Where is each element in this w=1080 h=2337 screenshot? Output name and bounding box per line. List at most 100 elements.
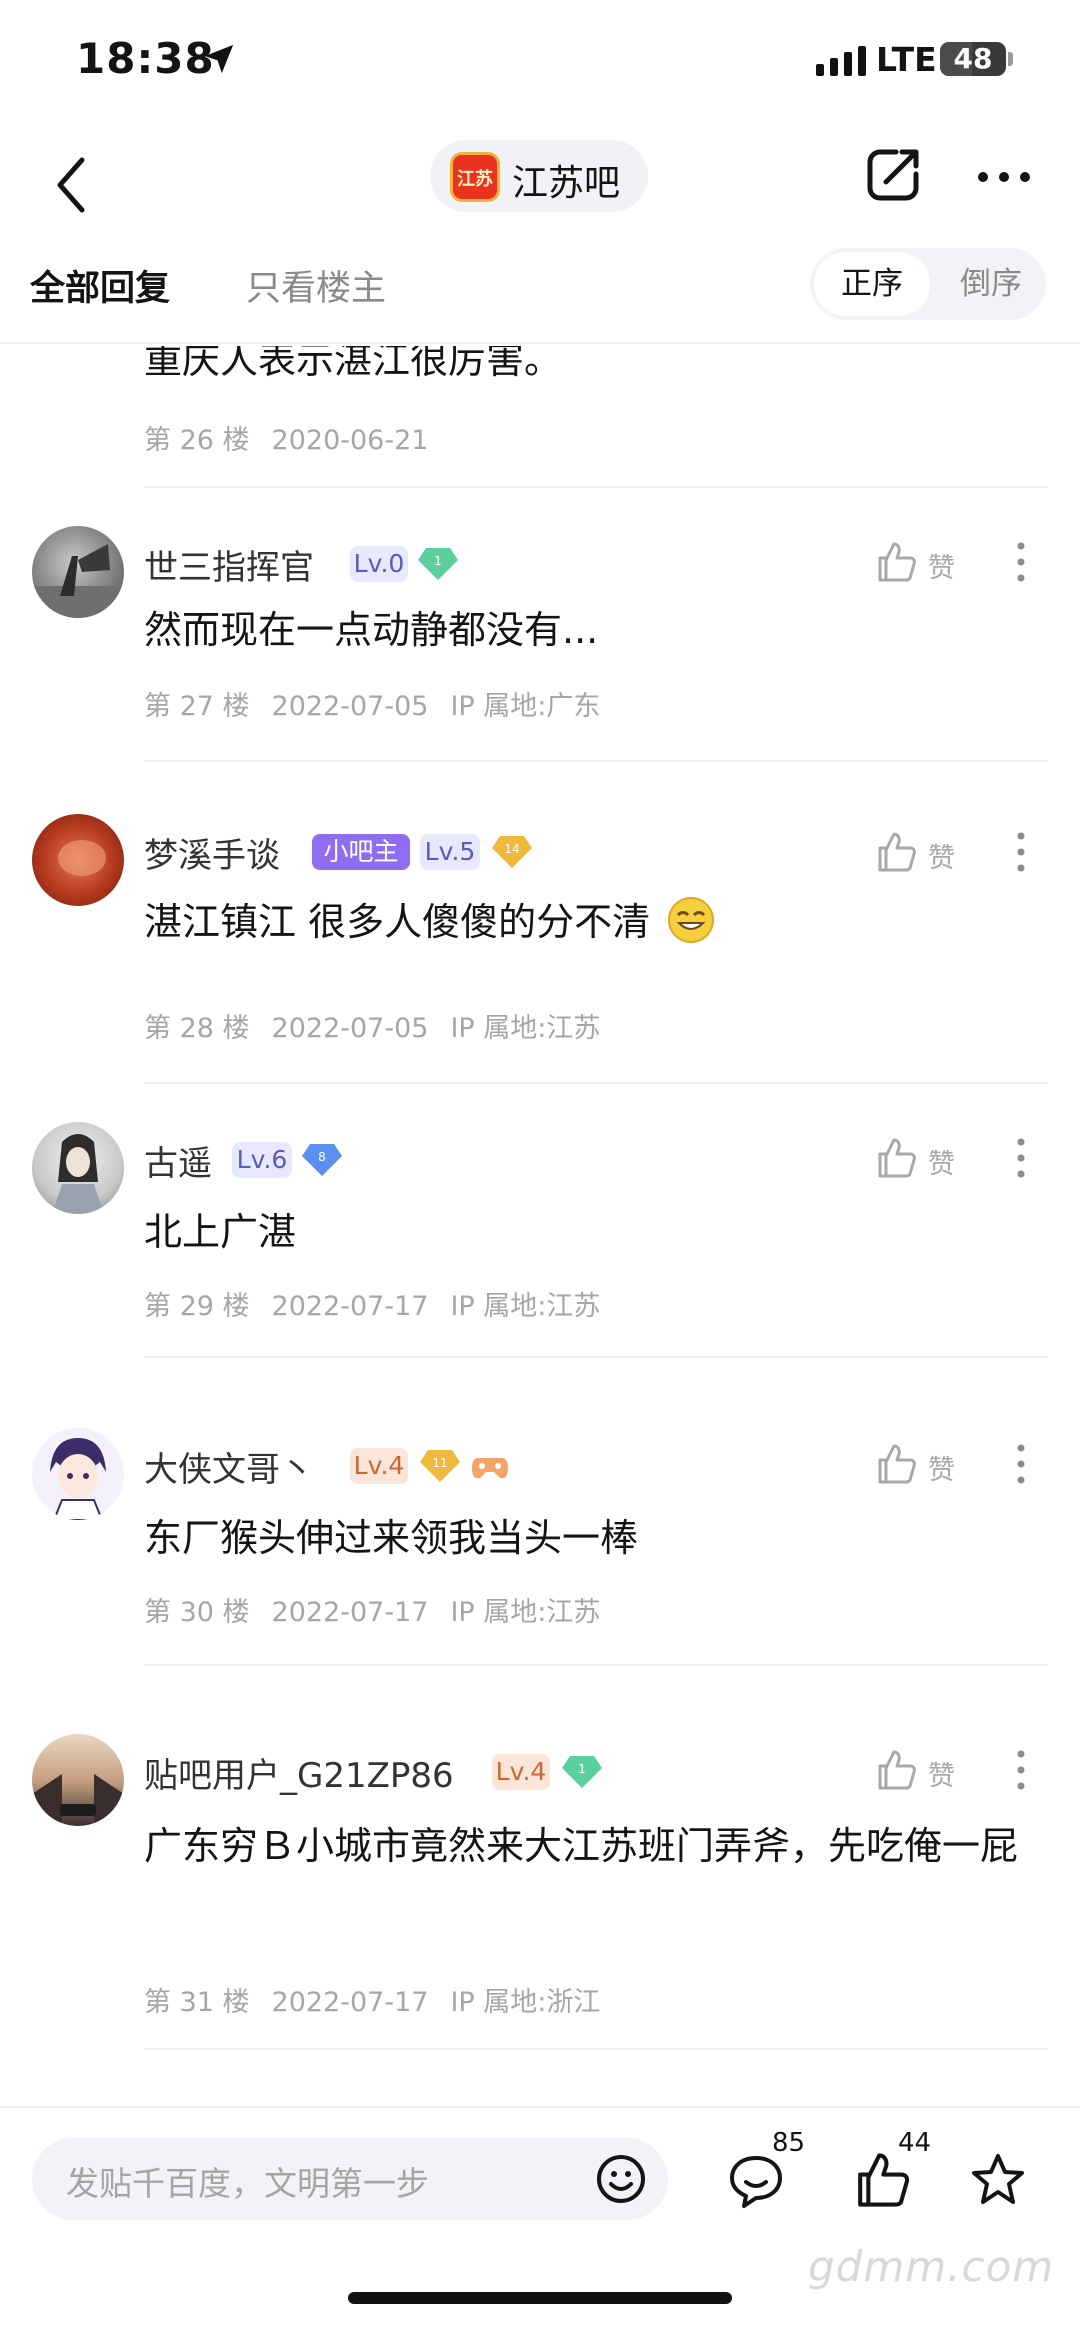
order-desc-button[interactable]: 倒序 — [940, 252, 1042, 316]
like-post-button[interactable]: 44 — [852, 2128, 942, 2220]
status-bar: 18:38 LTE 48 — [0, 0, 1080, 120]
home-indicator[interactable] — [348, 2292, 732, 2304]
avatar-image — [50, 1438, 106, 1520]
username[interactable]: 古遥 — [144, 1136, 212, 1185]
floor-number: 第 29 楼 — [144, 1291, 250, 1322]
reply-meta: 第 28 楼 2022-07-05 IP 属地:江苏 — [144, 1006, 622, 1045]
favorite-button[interactable] — [968, 2138, 1058, 2220]
ip-location: IP 属地:广东 — [450, 691, 601, 722]
reply-date: 2022-07-17 — [271, 1291, 429, 1322]
thumbs-up-icon — [878, 1138, 916, 1178]
reply-meta: 第 27 楼 2022-07-05 IP 属地:广东 — [144, 684, 622, 723]
smiling-face-emoji-icon — [668, 897, 715, 943]
more-options-icon[interactable] — [1016, 540, 1026, 584]
gem-icon: 14 — [492, 836, 532, 868]
reply-meta: 第 31 楼 2022-07-17 IP 属地:浙江 — [144, 1980, 622, 2019]
like-label: 赞 — [928, 1761, 955, 1792]
avatar[interactable] — [32, 1122, 124, 1214]
username[interactable]: 世三指挥官 — [144, 540, 314, 589]
like-button[interactable]: 赞 — [874, 830, 974, 874]
username[interactable]: 大侠文哥丶 — [144, 1442, 314, 1491]
ip-location: IP 属地:江苏 — [450, 1291, 601, 1322]
more-options-icon[interactable] — [1016, 1442, 1026, 1486]
comments-button[interactable]: 85 — [726, 2128, 816, 2220]
level-badge: Lv.0 — [350, 546, 408, 582]
thumbs-up-icon — [878, 832, 916, 872]
reply-date: 2022-07-17 — [271, 1987, 429, 2018]
status-time: 18:38 — [76, 34, 215, 83]
like-button[interactable]: 赞 — [874, 1442, 974, 1486]
emoji-icon[interactable] — [594, 2152, 648, 2206]
owner-badge: 小吧主 — [312, 834, 410, 870]
gem-number: 1 — [578, 1762, 586, 1776]
like-button[interactable]: 赞 — [874, 540, 974, 584]
username[interactable]: 梦溪手谈 — [144, 828, 280, 877]
like-button[interactable]: 赞 — [874, 1136, 974, 1180]
back-icon[interactable] — [50, 150, 94, 220]
more-options-icon[interactable] — [1016, 830, 1026, 874]
divider — [144, 1356, 1048, 1358]
reply-date: 2022-07-05 — [271, 691, 429, 722]
gem-number: 11 — [432, 1456, 447, 1470]
gem-icon: 8 — [302, 1144, 342, 1176]
gem-icon: 1 — [562, 1756, 602, 1788]
like-label: 赞 — [928, 553, 955, 584]
battery-level: 48 — [953, 42, 993, 75]
divider — [144, 1082, 1048, 1084]
avatar[interactable] — [32, 1734, 124, 1826]
more-options-icon[interactable] — [1016, 1748, 1026, 1792]
level-badge: Lv.6 — [232, 1142, 292, 1178]
avatar[interactable] — [32, 814, 124, 906]
level-badge: Lv.5 — [420, 834, 480, 870]
avatar-image — [58, 840, 106, 876]
avatar[interactable] — [32, 526, 124, 618]
reply-content: 湛江镇江 很多人傻傻的分不清 — [144, 892, 1044, 952]
tab-all-replies[interactable]: 全部回复 — [30, 260, 170, 311]
level-badge: Lv.4 — [492, 1754, 550, 1790]
thumbs-up-icon — [878, 1444, 916, 1484]
comment-count: 85 — [772, 2128, 806, 2158]
share-icon[interactable] — [862, 144, 924, 206]
gem-number: 8 — [318, 1150, 326, 1164]
like-label: 赞 — [928, 1455, 955, 1486]
reply-meta: 第 29 楼 2022-07-17 IP 属地:江苏 — [144, 1284, 622, 1323]
order-asc-button[interactable]: 正序 — [814, 252, 930, 316]
star-icon — [972, 2154, 1024, 2204]
reply-date: 2020-06-21 — [271, 425, 429, 456]
reply-meta: 第 30 楼 2022-07-17 IP 属地:江苏 — [144, 1590, 622, 1629]
forum-name: 江苏吧 — [512, 163, 621, 204]
floor-number: 第 30 楼 — [144, 1597, 250, 1628]
divider — [144, 486, 1048, 488]
username[interactable]: 贴吧用户_G21ZP86 — [144, 1748, 454, 1797]
floor-number: 第 27 楼 — [144, 691, 250, 722]
like-label: 赞 — [928, 1149, 955, 1180]
reply-content: 然而现在一点动静都没有... — [144, 608, 599, 652]
like-count: 44 — [898, 2128, 932, 2158]
tab-owner-only[interactable]: 只看楼主 — [246, 260, 386, 311]
gem-number: 14 — [504, 842, 519, 856]
divider — [144, 2048, 1048, 2050]
divider — [144, 760, 1048, 762]
reply-date: 2022-07-05 — [271, 1013, 429, 1044]
forum-logo: 江苏 — [450, 152, 500, 202]
avatar-image — [32, 1774, 124, 1826]
like-button[interactable]: 赞 — [874, 1748, 974, 1792]
battery-icon: 48 — [940, 42, 1006, 76]
tabs-bar: 全部回复 只看楼主 正序 倒序 — [0, 244, 1080, 344]
more-options-icon[interactable] — [1016, 1136, 1026, 1180]
ip-location: IP 属地:浙江 — [450, 1987, 601, 2018]
like-label: 赞 — [928, 843, 955, 874]
reply-feed: 重庆人表示湛江很厉害。 第 26 楼 2020-06-21 世三指挥官 Lv.0 … — [0, 346, 1080, 2106]
avatar[interactable] — [32, 1428, 124, 1520]
gem-number: 1 — [434, 554, 442, 568]
reply-input[interactable]: 发贴千百度，文明第一步 — [32, 2138, 668, 2220]
thumbs-up-icon — [878, 1750, 916, 1790]
thumbs-up-icon — [858, 2153, 910, 2207]
bottom-bar: 发贴千百度，文明第一步 85 44 gdmm.com — [0, 2106, 1080, 2337]
ip-location: IP 属地:江苏 — [450, 1013, 601, 1044]
forum-pill[interactable]: 江苏 江苏吧 — [430, 140, 648, 212]
floor-number: 第 26 楼 — [144, 425, 250, 456]
reply-date: 2022-07-17 — [271, 1597, 429, 1628]
gamepad-icon — [472, 1458, 508, 1479]
more-icon[interactable] — [976, 170, 1032, 184]
